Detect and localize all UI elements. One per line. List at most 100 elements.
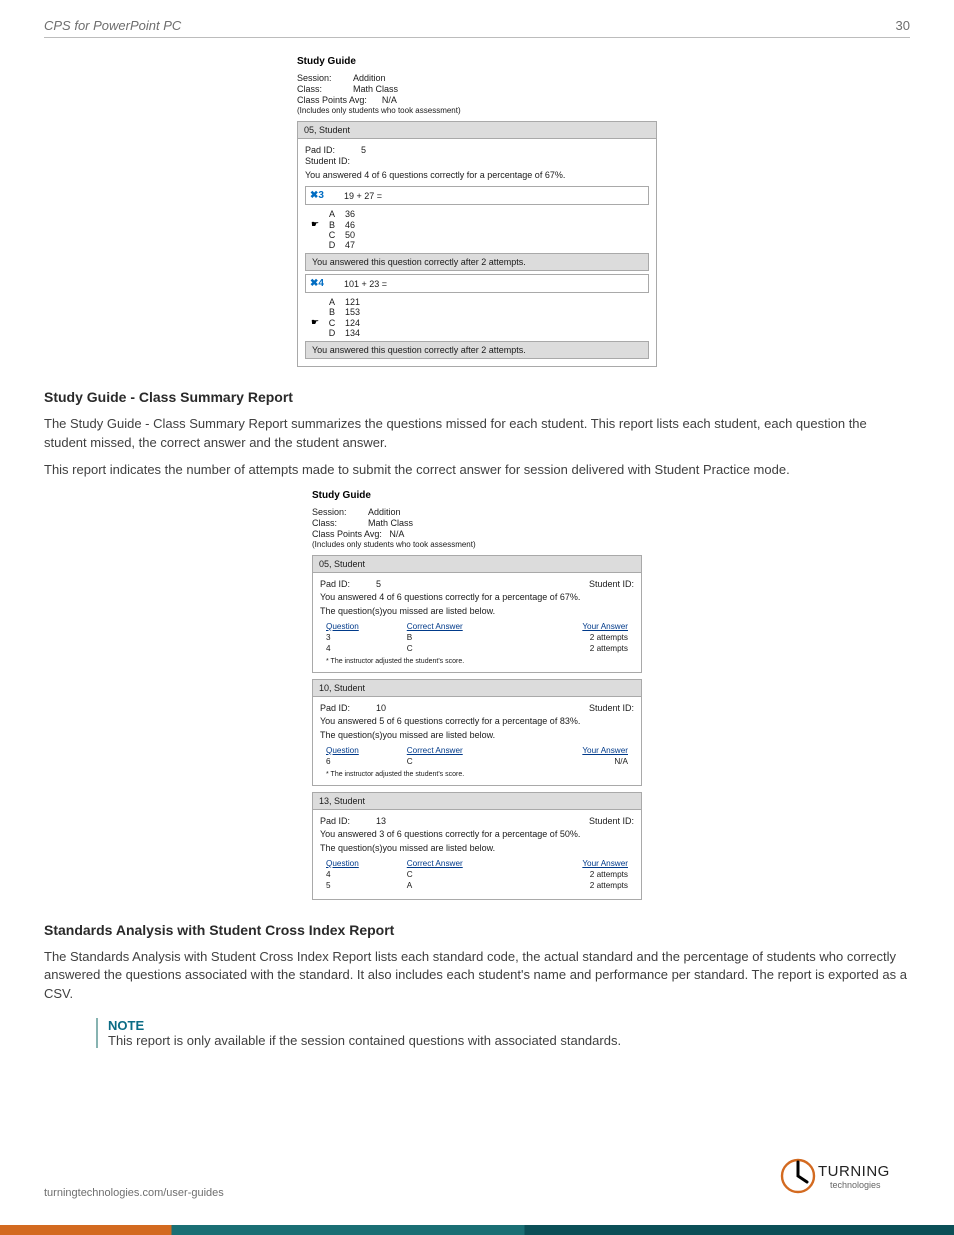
studentid-label: Student ID: <box>305 156 649 166</box>
student-bar: 10, Student <box>312 679 642 697</box>
option-row: ☛C124 <box>305 317 649 328</box>
option-letter: C <box>321 318 343 328</box>
missed-line: The question(s)you missed are listed bel… <box>320 843 634 853</box>
cell-correct-answer: C <box>403 757 527 766</box>
cell-your-answer: 2 attempts <box>528 633 632 642</box>
q3-result: You answered this question correctly aft… <box>305 253 649 271</box>
bottom-stripe <box>0 1225 954 1235</box>
cell-your-answer: 2 attempts <box>528 870 632 879</box>
student-panel: Pad ID:10 Student ID: You answered 5 of 6 … <box>312 697 642 786</box>
col-your-answer: Your Answer <box>528 622 632 631</box>
answered-line: You answered 4 of 6 questions correctly … <box>305 170 649 180</box>
page-header: CPS for PowerPoint PC 30 <box>44 18 910 38</box>
q4-result: You answered this question correctly aft… <box>305 341 649 359</box>
table-row: 4C2 attempts <box>322 870 632 879</box>
cell-correct-answer: B <box>403 633 527 642</box>
footnote: * The instructor adjusted the student's … <box>326 771 634 778</box>
col-question: Question <box>322 622 401 631</box>
class-label: Class: <box>297 84 353 94</box>
session-label: Session: <box>297 73 353 83</box>
session-value-2: Addition <box>368 507 401 517</box>
correct-pointer-icon: ☛ <box>311 317 319 328</box>
student-bar: 05, Student <box>312 555 642 573</box>
padid-label: Pad ID: <box>320 579 376 589</box>
option-value: 50 <box>345 230 355 240</box>
option-row: D47 <box>305 240 649 250</box>
section-b-heading: Standards Analysis with Student Cross In… <box>44 922 910 938</box>
missed-table: QuestionCorrect AnswerYour Answer6CN/A <box>320 744 634 768</box>
student-bar-05: 05, Student <box>297 121 657 139</box>
missed-table: QuestionCorrect AnswerYour Answer 3B2 att… <box>320 620 634 655</box>
missed-line: The question(s)you missed are listed bel… <box>320 730 634 740</box>
cell-correct-answer: A <box>403 881 527 890</box>
table-row: 5A2 attempts <box>322 881 632 890</box>
padid-label: Pad ID: <box>320 816 376 826</box>
q3-text: 19 + 27 = <box>344 191 382 201</box>
cell-question: 5 <box>322 881 401 890</box>
avg-label-2: Class Points Avg: <box>312 529 382 539</box>
option-value: 47 <box>345 240 355 250</box>
section-a-para1: The Study Guide - Class Summary Report s… <box>44 415 910 453</box>
q4-text: 101 + 23 = <box>344 279 387 289</box>
studentid-label: Student ID: <box>589 703 634 713</box>
padid-value: 10 <box>376 703 386 713</box>
cell-question: 4 <box>322 870 401 879</box>
study-guide-individual-shot: Study Guide Session:Addition Class:Math … <box>297 56 657 367</box>
logo-top-text: TURNING <box>818 1163 890 1180</box>
turning-logo: TURNING technologies <box>780 1152 910 1199</box>
padid-label: Pad ID: <box>320 703 376 713</box>
option-value: 121 <box>345 297 360 307</box>
page-footer: turningtechnologies.com/user-guides TURN… <box>44 1152 910 1199</box>
avg-value-2: N/A <box>389 529 404 539</box>
option-letter: D <box>321 328 343 338</box>
note-block: NOTE This report is only available if th… <box>96 1018 910 1048</box>
section-b-para1: The Standards Analysis with Student Cros… <box>44 948 910 1005</box>
session-value: Addition <box>353 73 386 83</box>
table-row: 3B2 attempts <box>322 633 632 642</box>
avg-note-2: (Includes only students who took assessm… <box>312 540 642 549</box>
padid-value: 13 <box>376 816 386 826</box>
header-title: CPS for PowerPoint PC <box>44 18 181 33</box>
answered-line: You answered 5 of 6 questions correctly … <box>320 716 634 726</box>
option-row: D134 <box>305 328 649 338</box>
missed-table: QuestionCorrect AnswerYour Answer4C2 att… <box>320 857 634 892</box>
student-panel: Pad ID:13Student ID:You answered 3 of 6 … <box>312 810 642 900</box>
class-label-2: Class: <box>312 518 368 528</box>
option-value: 46 <box>345 220 355 230</box>
option-value: 124 <box>345 318 360 328</box>
avg-value: N/A <box>382 95 397 105</box>
student-panel: Pad ID:5Student ID:You answered 4 of 6 q… <box>312 573 642 673</box>
section-a-heading: Study Guide - Class Summary Report <box>44 389 910 405</box>
option-letter: A <box>321 209 343 219</box>
correct-pointer-icon: ☛ <box>311 219 319 230</box>
cell-your-answer: N/A <box>528 757 632 766</box>
col-correct-answer: Correct Answer <box>403 746 527 755</box>
cell-correct-answer: C <box>403 870 527 879</box>
option-value: 134 <box>345 328 360 338</box>
studentid-label: Student ID: <box>589 579 634 589</box>
question-3-box: ✖3 19 + 27 = <box>305 186 649 205</box>
option-row: A121 <box>305 297 649 307</box>
padid-value: 5 <box>361 145 366 155</box>
col-question: Question <box>322 746 401 755</box>
cell-correct-answer: C <box>403 644 527 653</box>
option-row: B153 <box>305 307 649 317</box>
option-row: C50 <box>305 230 649 240</box>
class-value: Math Class <box>353 84 398 94</box>
shot1-title: Study Guide <box>297 56 657 67</box>
session-label-2: Session: <box>312 507 368 517</box>
option-value: 36 <box>345 209 355 219</box>
option-letter: A <box>321 297 343 307</box>
option-letter: C <box>321 230 343 240</box>
footnote: * The instructor adjusted the student's … <box>326 658 634 665</box>
student-panel-05: Pad ID:5 Student ID: You answered 4 of 6… <box>297 139 657 367</box>
col-correct-answer: Correct Answer <box>403 622 527 631</box>
cell-question: 3 <box>322 633 401 642</box>
table-row: 4C2 attempts <box>322 644 632 653</box>
study-guide-class-summary-shot: Study Guide Session:Addition Class:Math … <box>312 490 642 900</box>
missed-line: The question(s)you missed are listed bel… <box>320 606 634 616</box>
cell-question: 4 <box>322 644 401 653</box>
class-value-2: Math Class <box>368 518 413 528</box>
option-letter: B <box>321 307 343 317</box>
student-bar: 13, Student <box>312 792 642 810</box>
